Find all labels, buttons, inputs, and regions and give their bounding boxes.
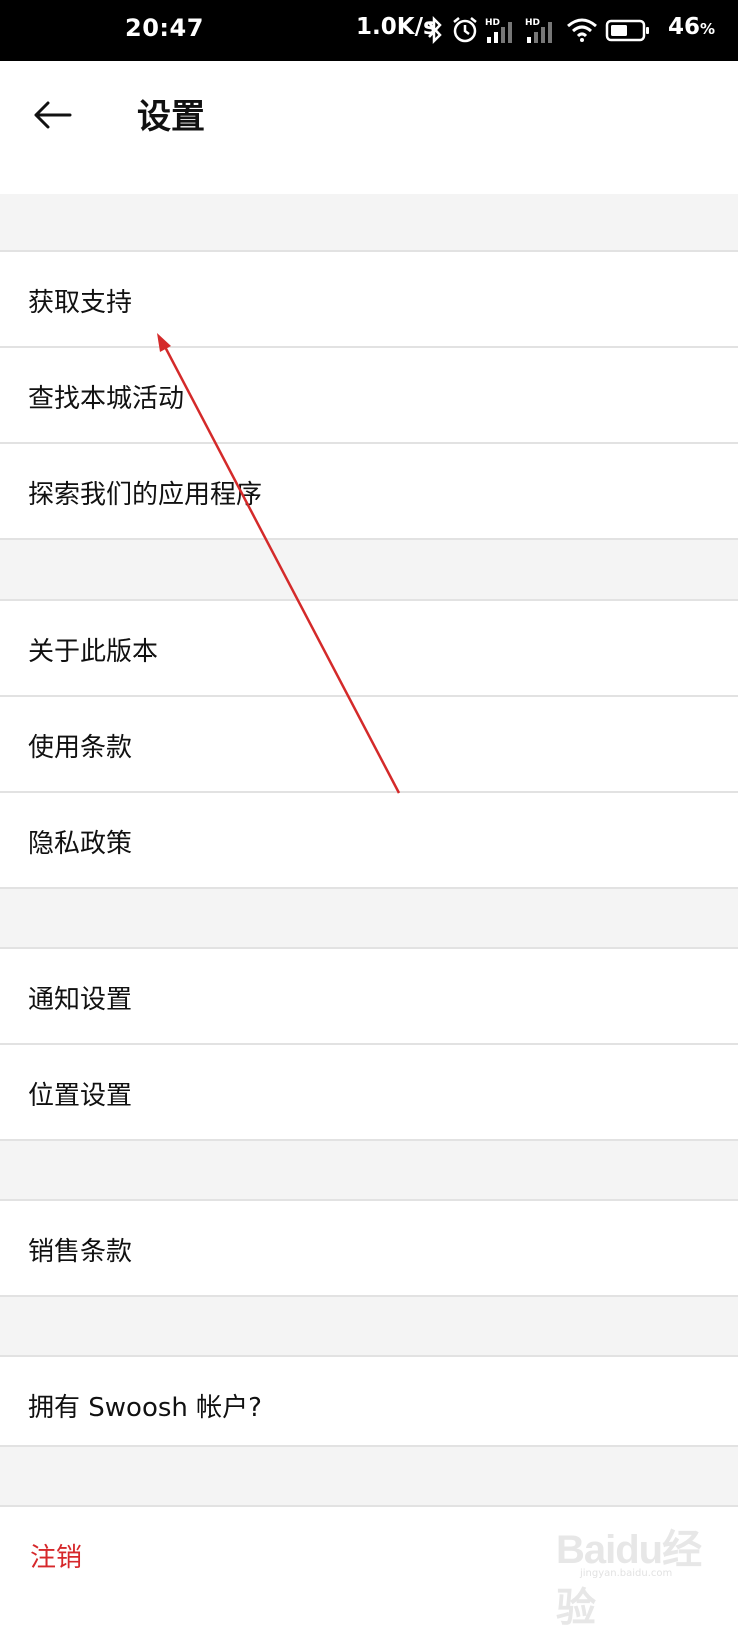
back-arrow-icon[interactable] [30,91,78,139]
menu-item-location-settings[interactable]: 位置设置 [0,1045,738,1141]
status-icons: HD HD [425,12,651,48]
menu-item-explore-apps[interactable]: 探索我们的应用程序 [0,444,738,540]
menu-item-label: 隐私政策 [28,829,133,859]
app-bar: 设置 [0,61,738,196]
menu-item-label: 位置设置 [28,1081,133,1111]
menu-item-label: 使用条款 [28,733,133,763]
page-title: 设置 [137,97,205,137]
menu-item-label: 通知设置 [28,985,133,1015]
alarm-icon [453,17,477,43]
battery-percentage: 46% [668,14,716,40]
status-bar: 20:47 1.0K/s HD HD 46% [0,0,738,61]
signal-hd-icon: HD [485,18,512,43]
menu-item-terms-of-use[interactable]: 使用条款 [0,697,738,793]
menu-item-label: 查找本城活动 [28,384,185,414]
menu-item-label: 销售条款 [28,1237,133,1267]
menu-item-label: 拥有 Swoosh 帐户? [28,1393,262,1423]
status-time: 20:47 [125,14,204,42]
bluetooth-icon [428,15,442,45]
menu-item-swoosh-account[interactable]: 拥有 Swoosh 帐户? [0,1357,738,1447]
section-spacer [0,194,738,252]
battery-icon [605,19,649,42]
signal-hd-icon: HD [525,18,552,43]
section-spacer [0,540,738,601]
menu-item-terms-of-sale[interactable]: 销售条款 [0,1201,738,1297]
wifi-icon [567,18,597,42]
section-spacer [0,1297,738,1357]
menu-item-label: 获取支持 [28,288,133,318]
menu-item-support[interactable]: 获取支持 [0,252,738,348]
menu-item-local-events[interactable]: 查找本城活动 [0,348,738,444]
menu-item-privacy-policy[interactable]: 隐私政策 [0,793,738,889]
svg-text:HD: HD [525,18,540,28]
menu-item-label: 探索我们的应用程序 [28,480,263,510]
menu-item-notification-settings[interactable]: 通知设置 [0,949,738,1045]
baidu-watermark-url: jingyan.baidu.com [580,1568,673,1579]
svg-text:HD: HD [485,18,500,28]
section-spacer [0,1141,738,1201]
logout-label: 注销 [30,1543,83,1573]
section-spacer [0,889,738,949]
section-spacer [0,1447,738,1507]
menu-item-about-version[interactable]: 关于此版本 [0,601,738,697]
menu-item-label: 关于此版本 [28,637,159,667]
